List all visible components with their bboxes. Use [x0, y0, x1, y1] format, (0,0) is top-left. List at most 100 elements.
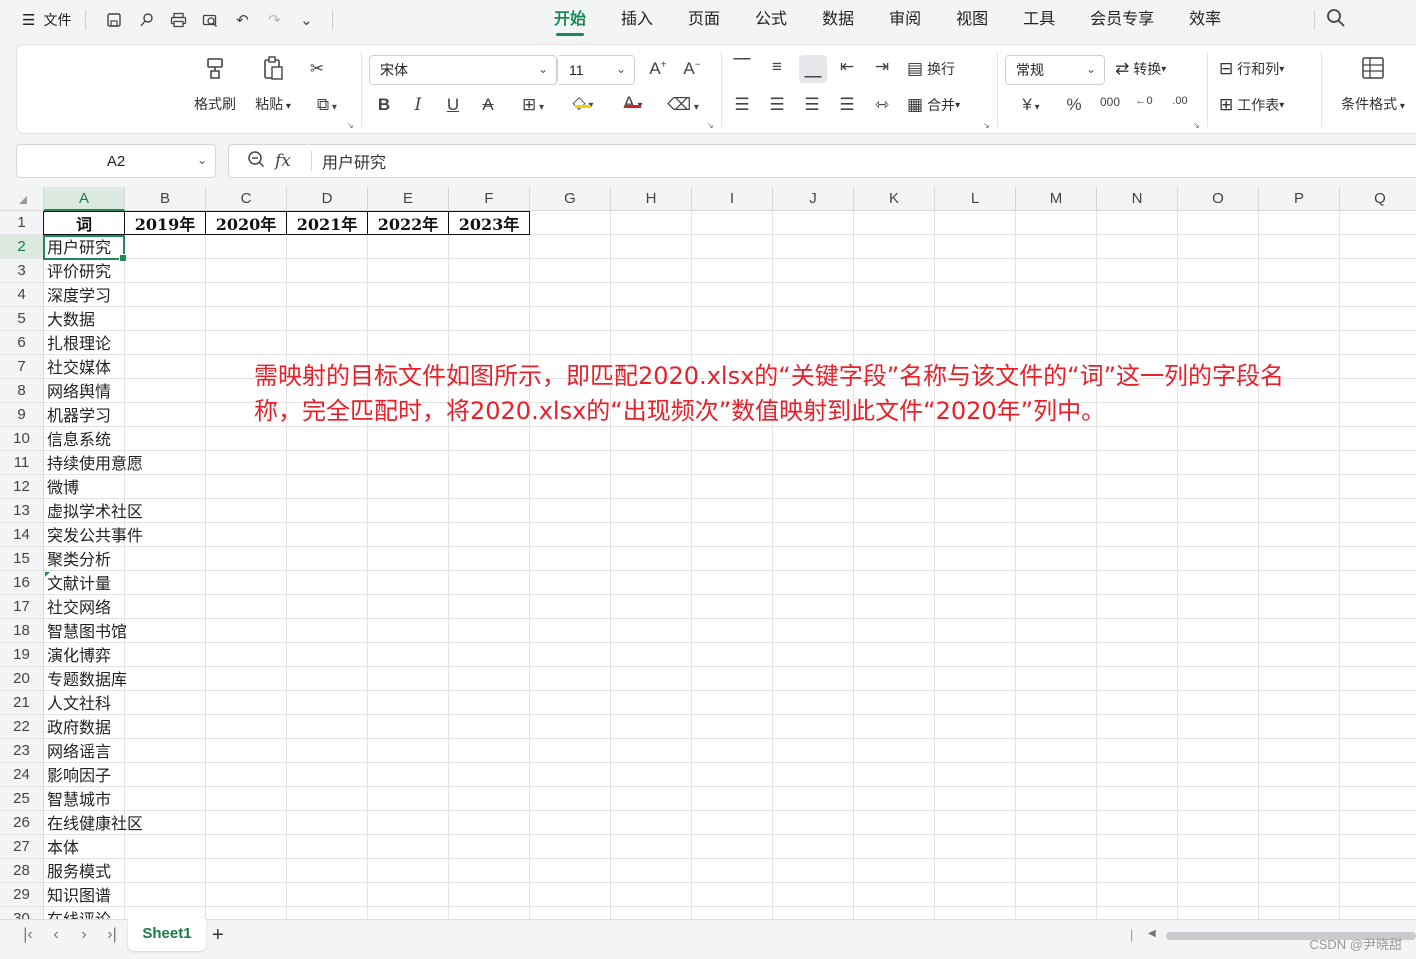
column-header-g[interactable]: G	[530, 187, 611, 211]
spreadsheet-grid[interactable]: A B C D E F G H I J K L M N O P Q 1 2 3 4 5 6 7 8 9 10 11 12 13 14 15 16…	[0, 187, 1416, 919]
row-header-14[interactable]: 14	[0, 523, 44, 547]
cell-a19[interactable]: 演化博弈	[44, 643, 111, 667]
dialog-launcher-icon[interactable]: ↘	[707, 121, 714, 130]
row-header-25[interactable]: 25	[0, 787, 44, 811]
tab-member[interactable]: 会员专享	[1090, 0, 1154, 40]
next-sheet-icon[interactable]: ›	[70, 926, 98, 944]
row-header-22[interactable]: 22	[0, 715, 44, 739]
column-header-q[interactable]: Q	[1340, 187, 1416, 211]
row-header-13[interactable]: 13	[0, 499, 44, 523]
print-preview-icon[interactable]	[194, 6, 226, 34]
column-header-l[interactable]: L	[935, 187, 1016, 211]
name-box[interactable]: A2 ⌄	[16, 144, 216, 178]
conditional-format-button[interactable]: 条件格式 ▾	[1335, 55, 1411, 114]
print-icon[interactable]	[162, 6, 194, 34]
row-header-8[interactable]: 8	[0, 379, 44, 403]
cell-a8[interactable]: 网络舆情	[44, 379, 111, 403]
tab-review[interactable]: 审阅	[889, 0, 921, 40]
formula-bar[interactable]: fx 用户研究	[228, 144, 1416, 178]
search-icon[interactable]	[1326, 8, 1348, 30]
column-header-k[interactable]: K	[854, 187, 935, 211]
cell-a25[interactable]: 智慧城市	[44, 787, 111, 811]
row-header-7[interactable]: 7	[0, 355, 44, 379]
cell-a16[interactable]: 文献计量	[44, 571, 111, 595]
tab-view[interactable]: 视图	[956, 0, 988, 40]
row-header-4[interactable]: 4	[0, 283, 44, 307]
header-cell[interactable]: 2023年	[449, 211, 530, 235]
zoom-icon[interactable]	[237, 150, 275, 172]
cell-a29[interactable]: 知识图谱	[44, 883, 111, 907]
row-header-30[interactable]: 30	[0, 907, 44, 919]
prev-sheet-icon[interactable]: ‹	[42, 926, 70, 944]
column-header-d[interactable]: D	[287, 187, 368, 211]
decrease-font-icon[interactable]: A−	[679, 59, 705, 79]
cell-a28[interactable]: 服务模式	[44, 859, 111, 883]
cell-a4[interactable]: 深度学习	[44, 283, 111, 307]
column-header-j[interactable]: J	[773, 187, 854, 211]
underline-icon[interactable]: U	[442, 95, 464, 115]
align-left-icon[interactable]: ☰	[729, 95, 755, 115]
row-header-27[interactable]: 27	[0, 835, 44, 859]
format-painter-button[interactable]: 格式刷	[191, 55, 239, 114]
justify-icon[interactable]: ☰	[834, 95, 860, 115]
row-header-24[interactable]: 24	[0, 763, 44, 787]
align-right-icon[interactable]: ☰	[799, 95, 825, 115]
align-middle-icon[interactable]: ≡	[764, 57, 790, 77]
dialog-launcher-icon[interactable]: ↘	[347, 121, 354, 130]
convert-button[interactable]: ⇄ 转换 ▾	[1115, 59, 1166, 79]
row-header-1[interactable]: 1	[0, 211, 44, 235]
align-center-icon[interactable]: ☰	[764, 95, 790, 115]
italic-icon[interactable]: I	[407, 95, 429, 115]
row-header-28[interactable]: 28	[0, 859, 44, 883]
column-header-n[interactable]: N	[1097, 187, 1178, 211]
increase-decimal-icon[interactable]: ←0	[1131, 95, 1157, 107]
cell-a10[interactable]: 信息系统	[44, 427, 111, 451]
first-sheet-icon[interactable]: |‹	[14, 926, 42, 944]
cell-a17[interactable]: 社交网络	[44, 595, 111, 619]
percent-icon[interactable]: %	[1061, 95, 1087, 115]
copy-icon[interactable]: ⧉ ▾	[307, 95, 347, 115]
increase-indent-icon[interactable]: ⇥	[869, 57, 895, 77]
currency-icon[interactable]: ¥ ▾	[1011, 95, 1051, 115]
row-header-9[interactable]: 9	[0, 403, 44, 427]
cell-a7[interactable]: 社交媒体	[44, 355, 111, 379]
formula-content[interactable]: 用户研究	[322, 149, 386, 173]
column-header-m[interactable]: M	[1016, 187, 1097, 211]
merge-button[interactable]: ▦ 合并 ▾	[907, 95, 960, 115]
row-header-29[interactable]: 29	[0, 883, 44, 907]
cell-a24[interactable]: 影响因子	[44, 763, 111, 787]
cell-a11[interactable]: 持续使用意愿	[44, 451, 143, 475]
last-sheet-icon[interactable]: ›|	[98, 926, 126, 944]
column-header-e[interactable]: E	[368, 187, 449, 211]
tab-home[interactable]: 开始	[554, 0, 586, 40]
row-header-17[interactable]: 17	[0, 595, 44, 619]
font-size-select[interactable]: 11 ⌄	[559, 55, 635, 85]
paste-button[interactable]: 粘贴 ▾	[249, 55, 297, 114]
header-cell[interactable]: 词	[43, 211, 125, 235]
undo-icon[interactable]: ↶	[226, 6, 258, 34]
cell-a15[interactable]: 聚类分析	[44, 547, 111, 571]
decrease-indent-icon[interactable]: ⇤	[834, 57, 860, 77]
row-header-3[interactable]: 3	[0, 259, 44, 283]
row-header-6[interactable]: 6	[0, 331, 44, 355]
tab-efficiency[interactable]: 效率	[1189, 0, 1221, 40]
row-header-20[interactable]: 20	[0, 667, 44, 691]
bold-icon[interactable]: B	[373, 95, 395, 115]
chevron-down-icon[interactable]: ⌄	[290, 6, 322, 34]
export-icon[interactable]	[130, 6, 162, 34]
cell-a27[interactable]: 本体	[44, 835, 79, 859]
cell-a6[interactable]: 扎根理论	[44, 331, 111, 355]
column-header-p[interactable]: P	[1259, 187, 1340, 211]
row-col-button[interactable]: ⊟ 行和列 ▾	[1219, 59, 1284, 79]
function-icon[interactable]: fx	[275, 151, 307, 171]
increase-font-icon[interactable]: A+	[645, 59, 671, 79]
cell-a9[interactable]: 机器学习	[44, 403, 111, 427]
tab-formula[interactable]: 公式	[755, 0, 787, 40]
scissors-icon[interactable]: ✂	[305, 59, 329, 79]
cell-a14[interactable]: 突发公共事件	[44, 523, 143, 547]
tab-page[interactable]: 页面	[688, 0, 720, 40]
save-icon[interactable]	[98, 6, 130, 34]
border-icon[interactable]: ⊞ ▾	[513, 95, 553, 115]
cell-a30[interactable]: 在线评论	[44, 907, 111, 919]
cell-a23[interactable]: 网络谣言	[44, 739, 111, 763]
